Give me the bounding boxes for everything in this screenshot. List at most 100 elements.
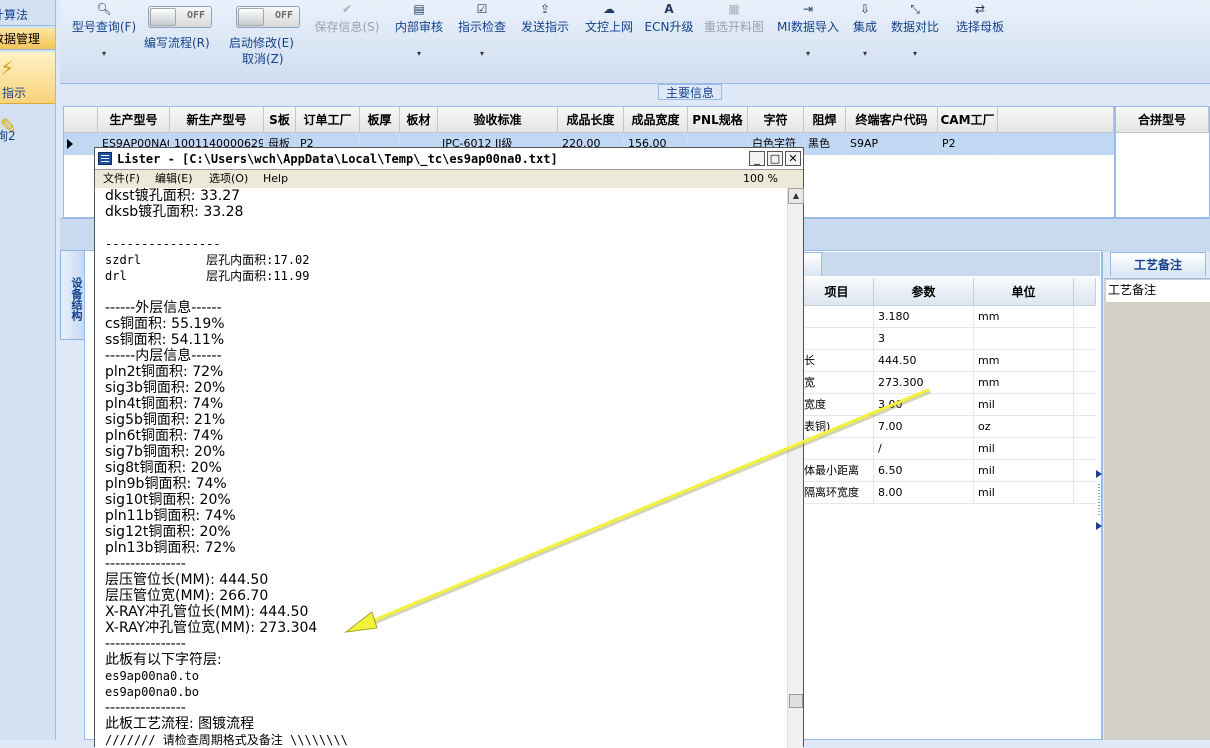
text-line: ss铜面积: 54.11% [105,332,225,348]
scroll-up-icon[interactable]: ▲ [788,188,804,204]
col-header[interactable]: CAM工厂 [938,107,998,133]
table-cell[interactable]: S9AP [846,133,938,155]
col-header[interactable]: 板材 [400,107,438,133]
table-cell: 体最小距离 [800,460,874,482]
lister-window: Lister - [C:\Users\wch\AppData\Local\Tem… [94,147,804,748]
save-info-button[interactable]: ✔ 保存信息(S) [312,0,382,70]
internal-review-button[interactable]: ▤ 内部审核 ▾ [394,0,444,70]
start-modify-toggle[interactable]: OFF [236,6,300,28]
table-cell[interactable]: 3 [874,328,974,350]
text-line: drl 层孔内面积:11.99 [105,269,310,283]
text-line: X-RAY冲孔管位宽(MM): 273.304 [105,620,318,636]
menu-help[interactable]: Help [263,170,288,188]
integrate-button[interactable]: ⇩ 集成 ▾ [850,0,880,70]
col-header[interactable]: 参数 [874,278,974,306]
col-header[interactable]: 订单工厂 [296,107,360,133]
grid-row-header [64,107,98,133]
chevron-down-icon[interactable]: ▾ [66,44,142,64]
nav-item-query[interactable]: ✎ 询2 [0,110,55,162]
chevron-down-icon[interactable]: ▾ [850,44,880,64]
maximize-button[interactable]: □ [767,151,783,166]
tab-device-structure[interactable]: 设备结构 [60,250,84,340]
zoom-level: 100 % [743,172,778,185]
col-header[interactable]: 板厚 [360,107,400,133]
table-cell[interactable]: 7.00 [874,416,974,438]
menu-options[interactable]: 选项(O) [209,170,248,188]
col-header-empty [1074,278,1096,306]
write-flow-toggle[interactable]: OFF [148,6,212,28]
table-row[interactable]: 长 444.50 mm [800,350,1096,372]
table-row[interactable]: 宽 273.300 mm [800,372,1096,394]
text-line: szdrl 层孔内面积:17.02 [105,253,310,267]
model-query-button[interactable]: 🔍︎ 型号查询(F) ▾ [66,0,142,70]
table-cell[interactable]: 8.00 [874,482,974,504]
col-header[interactable]: S板 [264,107,296,133]
table-cell[interactable]: 3.00 [874,394,974,416]
table-cell: 长 [800,350,874,372]
chevron-down-icon[interactable]: ▾ [394,44,444,64]
doc-control-online-button[interactable]: ☁ 文控上网 [582,0,636,70]
table-cell [800,438,874,460]
download-icon: ⇩ [859,2,871,16]
search-icon: 🔍︎ [96,2,112,16]
ecn-upgrade-button[interactable]: A ECN升级 [644,0,694,70]
col-header[interactable]: 生产型号 [98,107,170,133]
tab-process-notes[interactable]: 工艺备注 [1110,252,1206,276]
chevron-down-icon[interactable]: ▾ [456,44,508,64]
row-pointer-icon [67,139,73,149]
col-header[interactable]: 终端客户代码 [846,107,938,133]
table-row[interactable]: / mil [800,438,1096,460]
col-header[interactable]: 新生产型号 [170,107,264,133]
reselect-cutting-chart-button[interactable]: ▦ 重选开料图 [702,0,766,70]
menu-file[interactable]: 文件(F) [103,170,140,188]
vertical-scrollbar[interactable]: ▲ [787,188,804,748]
nav-item-instruction[interactable]: ⚡ 指示 [0,52,55,104]
col-header[interactable]: 项目 [800,278,874,306]
nav-item-algorithm[interactable]: 计算法 [0,4,55,26]
col-header[interactable]: PNL规格 [688,107,748,133]
text-line: ------内层信息------ [105,348,222,364]
table-cell: oz [974,416,1074,438]
nav-item-data-management[interactable]: 数据管理 [0,28,55,50]
table-cell: 宽 [800,372,874,394]
col-header[interactable]: 成品宽度 [624,107,688,133]
table-row[interactable]: 3 [800,328,1096,350]
send-instruction-button[interactable]: ⇪ 发送指示 [518,0,572,70]
scroll-thumb[interactable] [789,694,803,708]
chevron-down-icon[interactable]: ▾ [776,44,840,64]
table-row[interactable]: 3.180 mm [800,306,1096,328]
table-row[interactable]: 隔离环宽度 8.00 mil [800,482,1096,504]
table-cell[interactable]: 3.180 [874,306,974,328]
col-header[interactable]: 字符 [748,107,804,133]
close-button[interactable]: ✕ [785,151,801,166]
instruction-check-button[interactable]: ☑ 指示检查 ▾ [456,0,508,70]
minimize-button[interactable]: _ [749,151,765,166]
table-row[interactable]: 体最小距离 6.50 mil [800,460,1096,482]
table-cell[interactable]: 273.300 [874,372,974,394]
col-header[interactable]: 单位 [974,278,1074,306]
table-row[interactable]: 宽度 3.00 mil [800,394,1096,416]
col-header[interactable]: 验收标准 [438,107,558,133]
col-header[interactable]: 成品长度 [558,107,624,133]
cancel-label[interactable]: 取消(Z) [242,50,284,67]
table-cell[interactable]: 6.50 [874,460,974,482]
table-row[interactable]: 表铜) 7.00 oz [800,416,1096,438]
text-line: dksb镀孔面积: 33.28 [105,204,244,220]
table-cell[interactable]: 444.50 [874,350,974,372]
table-cell[interactable]: / [874,438,974,460]
table-cell[interactable]: P2 [938,133,998,155]
lister-text-content[interactable]: dkst镀孔面积: 33.27 dksb镀孔面积: 33.28 --------… [95,188,787,748]
table-cell: mm [974,372,1074,394]
merge-model-header[interactable]: 合拼型号 [1116,107,1209,133]
menu-edit[interactable]: 编辑(E) [155,170,193,188]
col-header[interactable]: 阻焊 [804,107,846,133]
lister-titlebar[interactable]: Lister - [C:\Users\wch\AppData\Local\Tem… [95,148,803,170]
text-line: pln11b铜面积: 74% [105,508,236,524]
table-cell[interactable]: 黑色 [804,133,846,155]
data-compare-button[interactable]: ⤡ 数据对比 ▾ [890,0,940,70]
chevron-down-icon[interactable]: ▾ [890,44,940,64]
select-mother-board-button[interactable]: ⇄ 选择母板 [954,0,1006,70]
text-line: sig12t铜面积: 20% [105,524,231,540]
compress-icon: ⤡ [910,2,920,16]
mi-data-import-button[interactable]: ⇥ MI数据导入 ▾ [776,0,840,70]
